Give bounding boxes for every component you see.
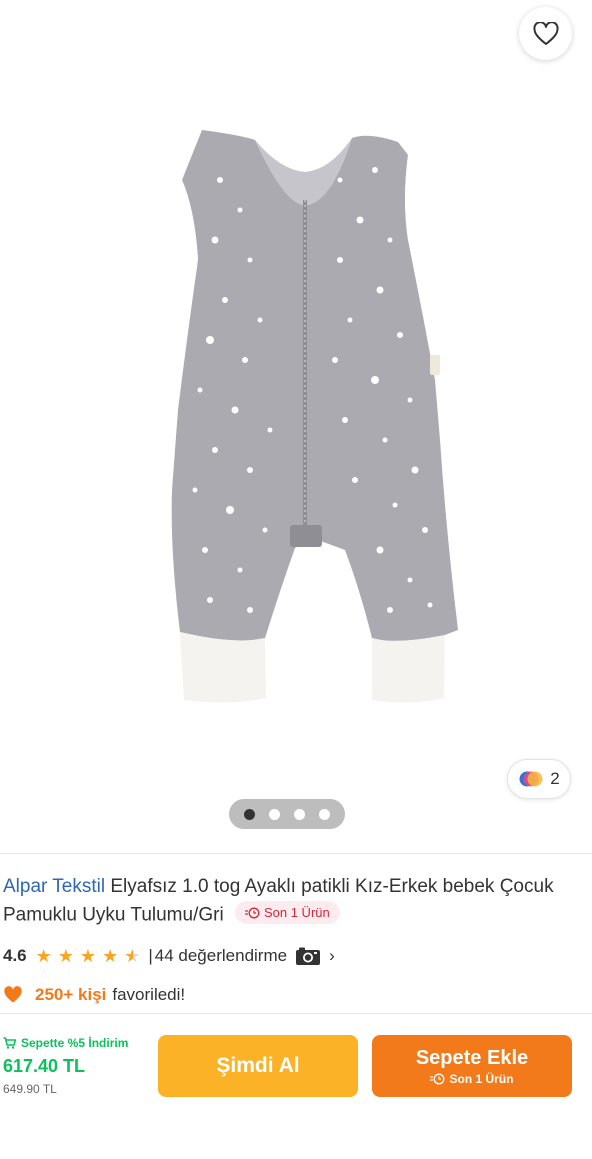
camera-icon <box>295 946 321 966</box>
star-icon: ★ <box>102 946 119 966</box>
favorites-row: 250+ kişi favoriledi! <box>3 981 185 1009</box>
add-to-cart-sub-label: Son 1 Ürün <box>449 1072 514 1086</box>
variant-count: 2 <box>550 769 560 788</box>
product-title: Alpar Tekstil Elyafsız 1.0 tog Ayaklı pa… <box>3 873 588 930</box>
product-image-gallery[interactable]: 2 <box>0 0 592 848</box>
rating-row[interactable]: 4.6 ★ ★ ★ ★ ★ | 44 değerlendirme › <box>3 942 335 970</box>
chevron-right-icon: › <box>329 946 335 965</box>
star-icon: ★ <box>57 946 74 966</box>
color-swatch-icon <box>519 771 543 787</box>
rating-score: 4.6 <box>3 946 27 965</box>
heart-outline-icon <box>532 21 559 45</box>
cart-icon <box>3 1037 16 1049</box>
current-price: 617.40 TL <box>3 1056 86 1076</box>
favorite-button[interactable] <box>519 7 572 60</box>
cart-discount-note: Sepette %5 İndirim <box>3 1034 153 1052</box>
stock-badge: Son 1 Ürün <box>234 901 340 924</box>
add-to-cart-button[interactable]: Sepete Ekle Son 1 Ürün <box>372 1035 572 1097</box>
rating-stars: ★ ★ ★ ★ ★ <box>36 947 141 965</box>
divider <box>0 853 592 854</box>
brand-link[interactable]: Alpar Tekstil <box>3 876 105 897</box>
carousel-dot-3[interactable] <box>294 808 305 820</box>
clock-icon <box>244 907 260 918</box>
variant-selector-button[interactable]: 2 <box>507 759 571 799</box>
add-to-cart-label: Sepete Ekle <box>415 1047 529 1069</box>
carousel-dot-2[interactable] <box>269 808 280 820</box>
star-half-icon: ★ <box>124 946 141 966</box>
carousel-dot-4[interactable] <box>319 808 330 820</box>
heart-icon <box>4 986 22 1003</box>
product-image[interactable] <box>140 110 480 720</box>
reviews-link[interactable]: 44 değerlendirme <box>155 946 287 966</box>
clock-icon <box>430 1073 445 1085</box>
star-icon: ★ <box>79 946 97 966</box>
carousel-dot-1[interactable] <box>244 808 255 820</box>
buy-now-button[interactable]: Şimdi Al <box>158 1035 358 1097</box>
rating-separator: | <box>148 946 153 965</box>
favorites-text: favoriledi! <box>112 985 186 1004</box>
carousel-pagination[interactable] <box>229 799 345 829</box>
divider <box>0 1013 592 1014</box>
discount-label: Sepette %5 İndirim <box>21 1036 129 1050</box>
favorites-count: 250+ kişi <box>35 985 107 1004</box>
star-icon: ★ <box>35 946 52 966</box>
stock-badge-label: Son 1 Ürün <box>263 905 330 920</box>
add-to-cart-stock-note: Son 1 Ürün <box>430 1072 514 1086</box>
price-box: Sepette %5 İndirim 617.40 TL 649.90 TL <box>3 1034 153 1098</box>
original-price: 649.90 TL <box>3 1082 57 1096</box>
